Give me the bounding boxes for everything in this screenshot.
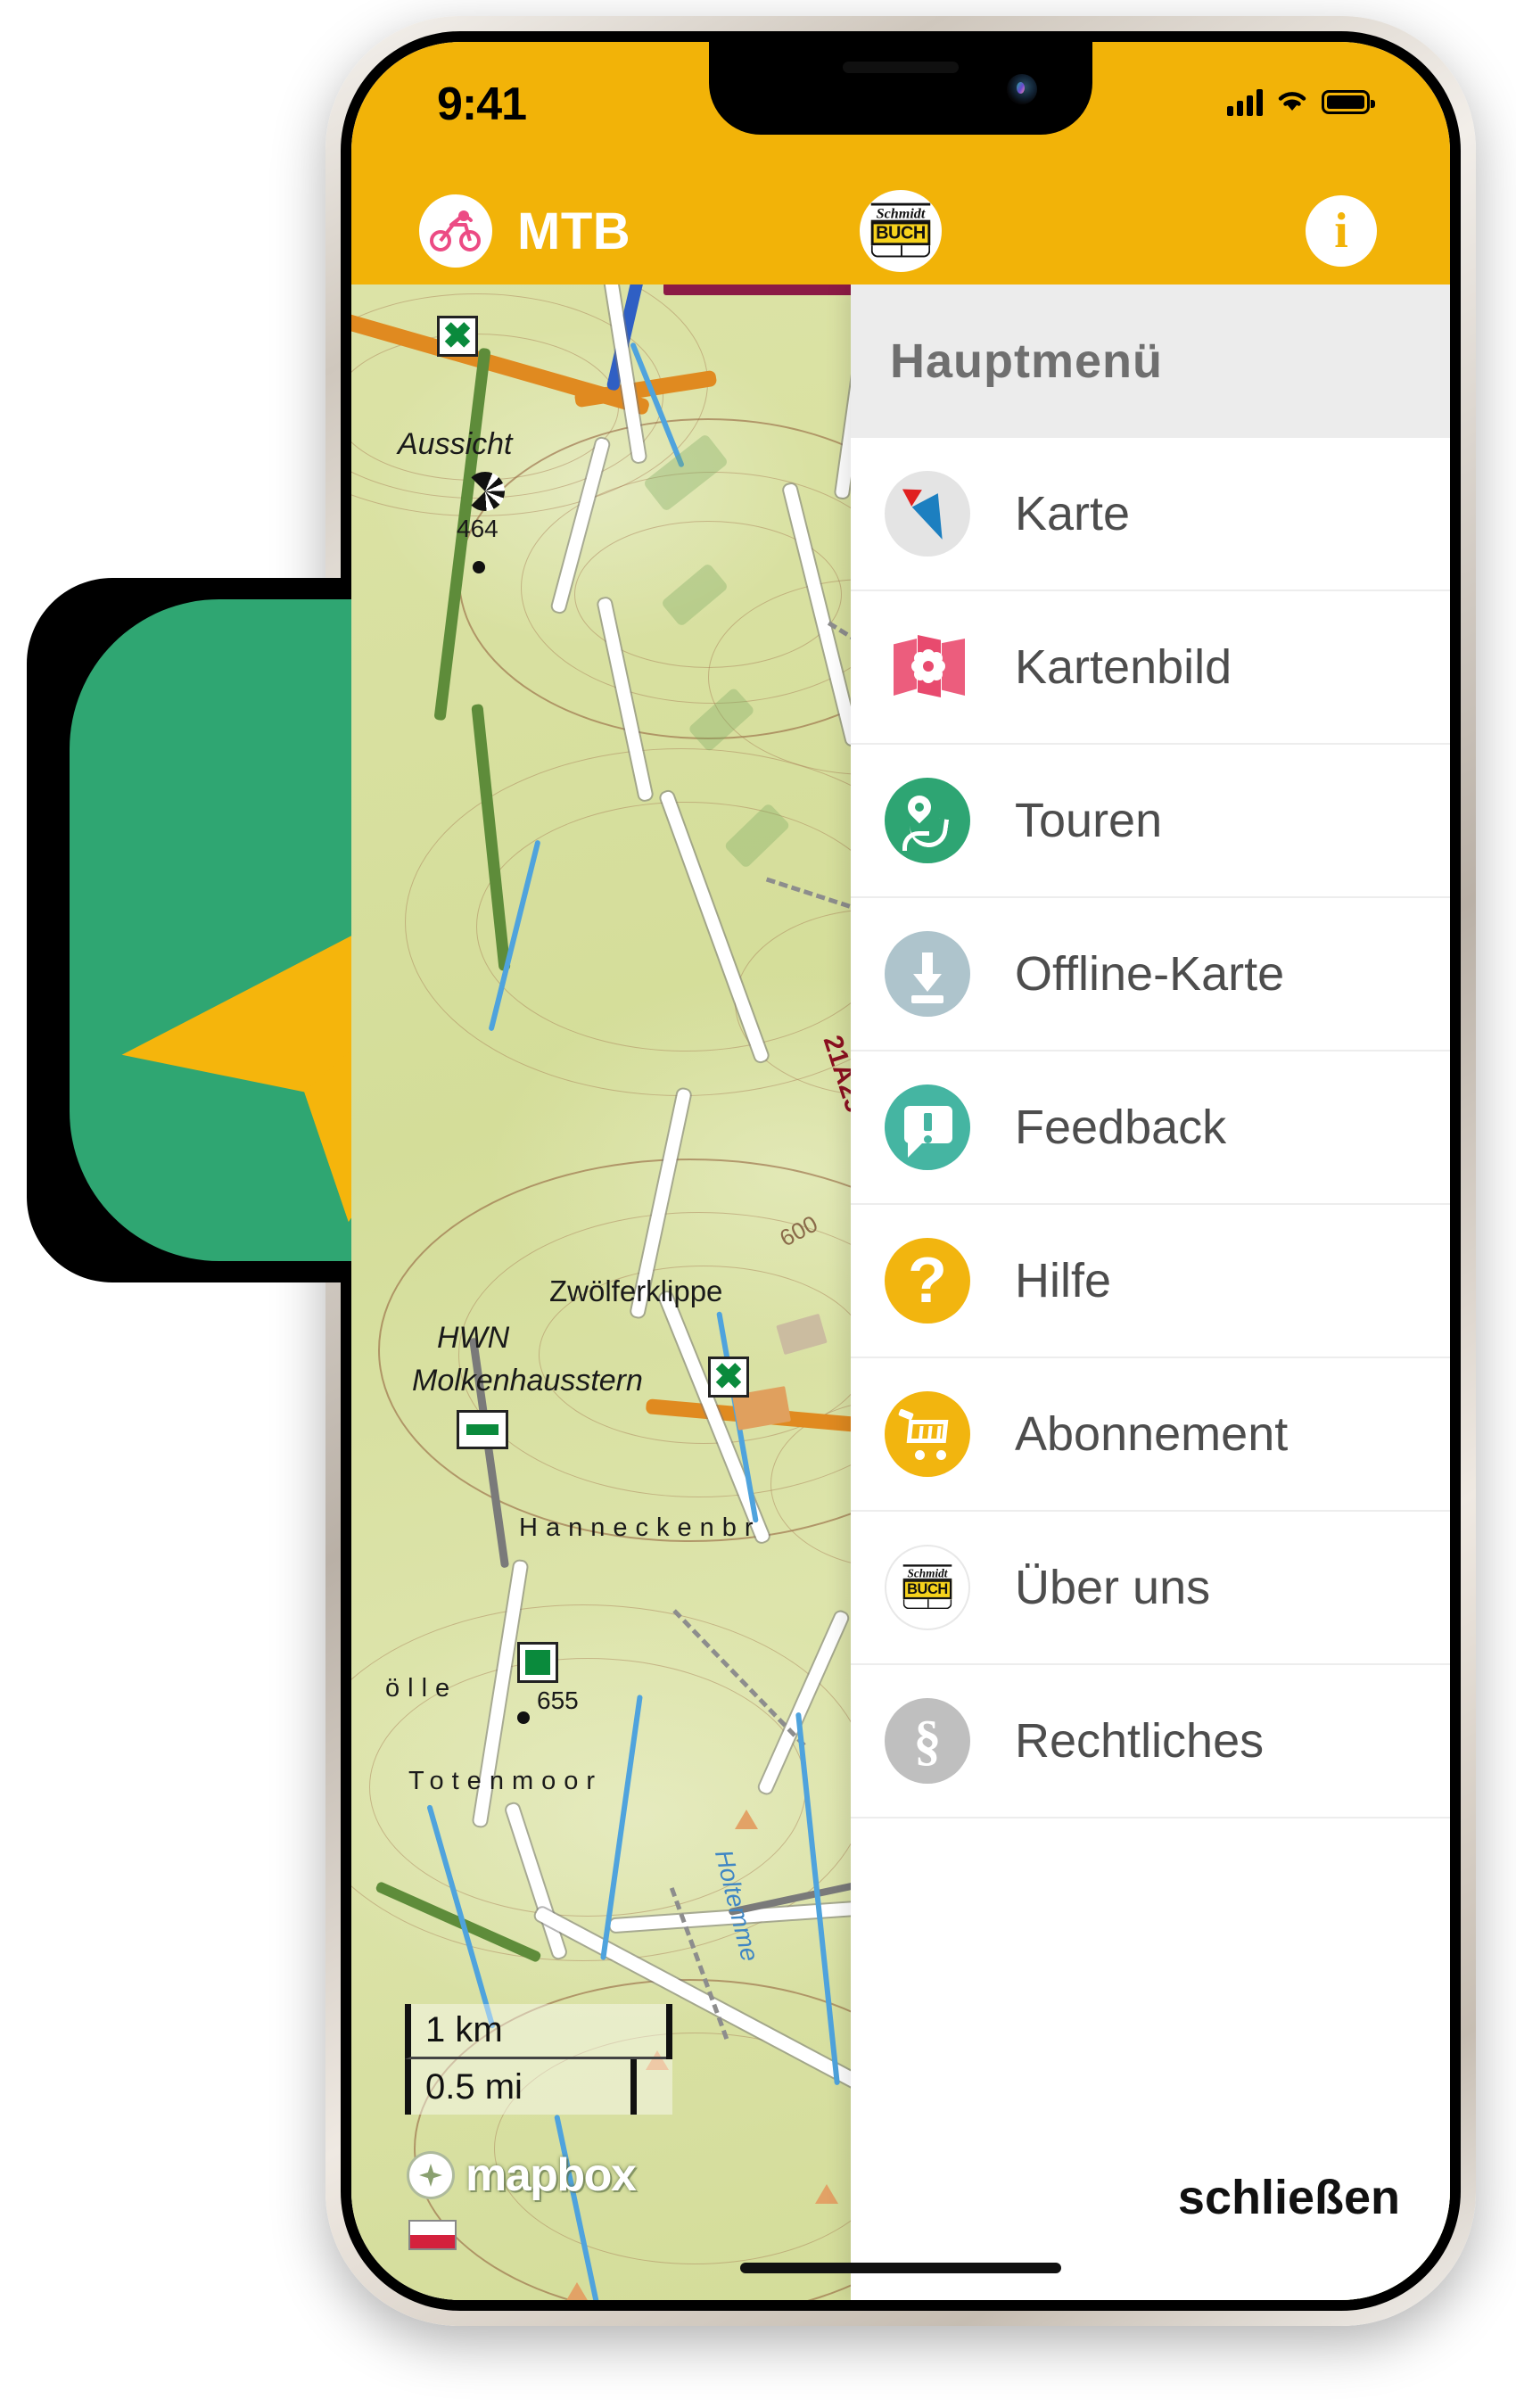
- app-header-bar: MTB Schmidt BUCH i: [351, 177, 1450, 285]
- device-notch: [709, 42, 1092, 135]
- map-label-oelle: ölle: [385, 1674, 458, 1703]
- cellular-signal-icon: [1227, 88, 1263, 116]
- map-scale-bar: 1 km 0.5 mi: [405, 2004, 672, 2115]
- sb-logo-top-text: Schmidt: [870, 202, 931, 222]
- menu-item-abonnement[interactable]: Abonnement: [851, 1358, 1450, 1512]
- menu-item-label: Karte: [1015, 487, 1131, 540]
- sb-logo-main-text: BUCH: [870, 221, 931, 246]
- drawer-spacer: [851, 1818, 1450, 2095]
- menu-item-hilfe[interactable]: ? Hilfe: [851, 1205, 1450, 1358]
- map-label-molkenhausstern: Molkenhausstern: [412, 1364, 643, 1398]
- menu-item-label: Feedback: [1015, 1101, 1227, 1154]
- menu-item-label: Rechtliches: [1015, 1714, 1265, 1768]
- sb-logo-main-text: BUCH: [902, 1579, 952, 1600]
- map-flag-icon: [408, 2220, 457, 2250]
- home-indicator[interactable]: [740, 2263, 1061, 2273]
- map-label-aussicht: Aussicht: [398, 427, 513, 461]
- speech-alert-icon: [885, 1084, 970, 1170]
- menu-item-label: Abonnement: [1015, 1407, 1289, 1461]
- map-marker-bar[interactable]: [457, 1410, 508, 1449]
- map-marker-x[interactable]: ✖: [708, 1357, 749, 1398]
- question-mark-icon: ?: [885, 1238, 970, 1324]
- map-settings-icon: [885, 624, 970, 710]
- drawer-title: Hauptmenü: [890, 334, 1163, 388]
- scale-mi-label: 0.5 mi: [425, 2066, 523, 2107]
- phone-device-frame: ✖ ✖ Aussicht 464 21A25-D 600 Zwölferklip…: [325, 16, 1476, 2326]
- scale-km-label: 1 km: [425, 2010, 503, 2049]
- menu-item-label: Hilfe: [1015, 1254, 1112, 1307]
- menu-item-offline-karte[interactable]: Offline-Karte: [851, 898, 1450, 1051]
- download-icon: [885, 931, 970, 1017]
- menu-item-feedback[interactable]: Feedback: [851, 1051, 1450, 1205]
- menu-item-rechtliches[interactable]: § Rechtliches: [851, 1665, 1450, 1818]
- map-marker-square[interactable]: [517, 1642, 558, 1683]
- info-icon: i: [1334, 203, 1348, 259]
- compass-icon: [885, 471, 970, 557]
- main-menu-drawer: Hauptmenü Karte Kartenbild Touren Offlin…: [851, 285, 1450, 2300]
- elevation-dot: [517, 1711, 530, 1724]
- map-label-totenmoor: Totenmoor: [408, 1767, 604, 1795]
- phone-bezel: ✖ ✖ Aussicht 464 21A25-D 600 Zwölferklip…: [341, 31, 1461, 2311]
- scale-mi-row: 0.5 mi: [405, 2059, 672, 2115]
- phone-screen: ✖ ✖ Aussicht 464 21A25-D 600 Zwölferklip…: [351, 42, 1450, 2300]
- menu-item-label: Touren: [1015, 794, 1163, 847]
- status-indicators: [1227, 87, 1375, 118]
- earpiece-speaker: [843, 62, 959, 73]
- mapbox-logo-icon: [407, 2151, 455, 2199]
- shopping-cart-icon: [885, 1391, 970, 1477]
- info-button[interactable]: i: [1306, 195, 1377, 267]
- sb-logo-top-text: Schmidt: [902, 1564, 952, 1580]
- wifi-icon: [1275, 87, 1309, 118]
- schmidt-buch-logo-icon: Schmidt BUCH: [885, 1545, 970, 1630]
- battery-icon: [1322, 90, 1375, 114]
- close-label: schließen: [1177, 2171, 1400, 2224]
- mountain-biker-icon[interactable]: [419, 194, 492, 268]
- elevation-dot: [473, 561, 485, 573]
- app-title: MTB: [517, 202, 631, 260]
- map-marker-x[interactable]: ✖: [437, 316, 478, 357]
- schmidt-buch-logo-icon[interactable]: Schmidt BUCH: [860, 190, 942, 272]
- route-pin-icon: [885, 778, 970, 863]
- scale-km-row: 1 km: [405, 2004, 672, 2059]
- mapbox-wordmark: mapbox: [466, 2149, 637, 2201]
- map-label-hanneckenbr: Hanneckenbr: [519, 1513, 762, 1542]
- menu-item-ueber-uns[interactable]: Schmidt BUCH Über uns: [851, 1512, 1450, 1665]
- map-label-elevation-655: 655: [537, 1686, 579, 1714]
- menu-item-label: Über uns: [1015, 1561, 1211, 1614]
- map-label-elevation-464: 464: [457, 515, 498, 542]
- menu-item-label: Kartenbild: [1015, 640, 1232, 694]
- front-camera-icon: [1007, 74, 1037, 104]
- menu-item-karte[interactable]: Karte: [851, 438, 1450, 591]
- map-label-hwn: HWN: [437, 1321, 510, 1355]
- screenshot-root: ✖ ✖ Aussicht 464 21A25-D 600 Zwölferklip…: [0, 0, 1516, 2408]
- map-label-zwoelferklippe: Zwölferklippe: [549, 1274, 723, 1307]
- menu-item-label: Offline-Karte: [1015, 947, 1285, 1001]
- status-time: 9:41: [437, 78, 527, 130]
- paragraph-icon: §: [885, 1698, 970, 1784]
- mapbox-attribution[interactable]: mapbox: [407, 2148, 637, 2202]
- drawer-header: Hauptmenü: [851, 285, 1450, 438]
- menu-item-touren[interactable]: Touren: [851, 745, 1450, 898]
- menu-item-kartenbild[interactable]: Kartenbild: [851, 591, 1450, 745]
